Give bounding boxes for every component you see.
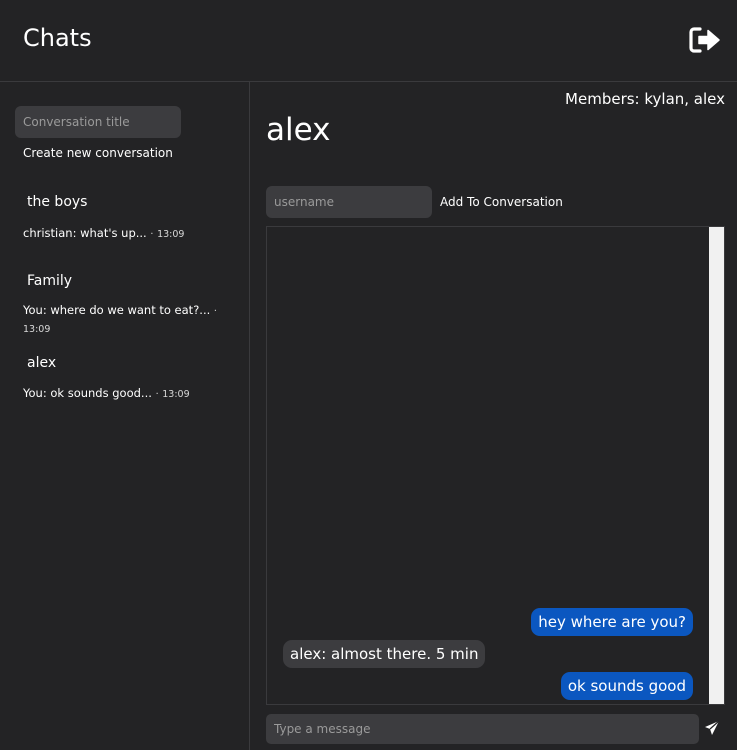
message-bubble-sent: hey where are you?	[531, 608, 693, 636]
conversation-preview: christian: what's up... · 13:09	[23, 225, 223, 243]
app-title: Chats	[23, 24, 92, 52]
conversation-name: Family	[27, 273, 73, 289]
create-conversation-button[interactable]: Create new conversation	[23, 146, 173, 160]
conversation-time: 13:09	[157, 229, 185, 240]
message-bubble-sent: ok sounds good	[560, 672, 693, 700]
conversation-preview: You: where do we want to eat?... · 13:09	[23, 302, 218, 338]
app-header: Chats	[0, 0, 737, 82]
conversation-panel: Members: kylan, alex alex Add To Convers…	[250, 82, 737, 750]
add-to-conversation-button[interactable]: Add To Conversation	[440, 195, 563, 209]
conversation-name: the boys	[27, 194, 88, 210]
message-bubble-received: alex: almost there. 5 min	[283, 640, 486, 668]
message-list[interactable]: hey where are you? alex: almost there. 5…	[266, 226, 725, 705]
separator: ·	[150, 229, 154, 240]
scrollbar[interactable]	[709, 227, 724, 704]
conversation-preview: You: ok sounds good... · 13:09	[23, 385, 223, 403]
separator: ·	[155, 389, 159, 400]
conversation-time: 13:09	[23, 324, 51, 335]
preview-text: You: ok sounds good...	[23, 386, 152, 400]
sign-out-icon[interactable]	[689, 26, 721, 54]
conversation-name: alex	[27, 355, 57, 371]
members-list: Members: kylan, alex	[565, 90, 725, 108]
conversation-item-the-boys[interactable]: the boys christian: what's up... · 13:09	[0, 194, 249, 256]
conversation-item-alex[interactable]: alex You: ok sounds good... · 13:09	[0, 355, 249, 410]
username-input[interactable]	[266, 186, 432, 218]
message-input[interactable]	[266, 714, 699, 744]
conversation-title-input[interactable]	[15, 106, 181, 138]
preview-text: christian: what's up...	[23, 226, 147, 240]
conversation-item-family[interactable]: Family You: where do we want to eat?... …	[0, 273, 249, 343]
preview-text: You: where do we want to eat?...	[23, 303, 211, 317]
separator: ·	[213, 306, 217, 317]
conversation-title: alex	[266, 112, 331, 148]
sidebar: Create new conversation the boys christi…	[0, 82, 250, 750]
conversation-time: 13:09	[162, 389, 190, 400]
paper-plane-icon[interactable]	[704, 720, 720, 736]
